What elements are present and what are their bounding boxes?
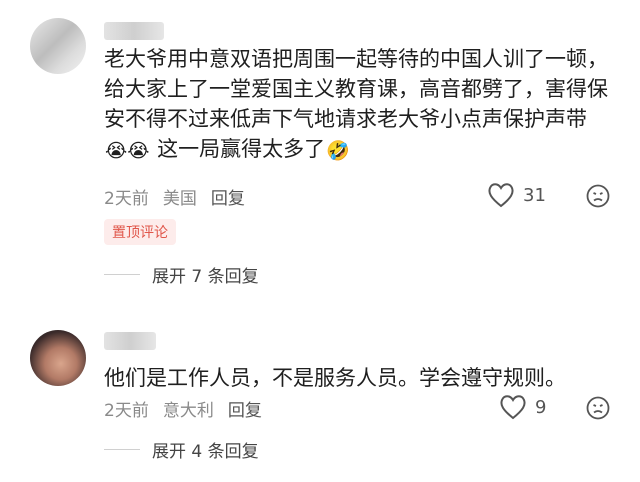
dislike-button[interactable] — [586, 184, 610, 208]
location: 美国 — [162, 189, 197, 209]
laughing-face-icon: 🤣 — [326, 140, 350, 162]
timestamp: 2天前 — [104, 401, 149, 421]
reply-button[interactable]: 回复 — [228, 396, 262, 421]
like-count: 31 — [523, 184, 546, 206]
comment-meta: 2天前 意大利 回复 — [104, 396, 262, 421]
comment-text: 他们是工作人员，不是服务人员。学会遵守规则。 — [104, 366, 566, 390]
dislike-button[interactable] — [586, 396, 610, 420]
frown-face-icon — [586, 184, 610, 208]
reply-button[interactable]: 回复 — [211, 184, 245, 209]
location: 意大利 — [162, 401, 214, 421]
comment-text: 老大爷用中意双语把周围一起等待的中国人训了一顿，给大家上了一堂爱国主义教育课，高… — [104, 44, 614, 166]
pinned-badge: 置顶评论 — [104, 219, 176, 245]
divider — [104, 449, 140, 450]
heart-outline-icon — [499, 394, 527, 420]
avatar[interactable] — [30, 330, 86, 386]
divider — [104, 274, 140, 275]
like-button[interactable]: 9 — [499, 394, 546, 420]
frown-face-icon — [586, 396, 610, 420]
crying-face-icon: 😭😭 — [105, 140, 150, 162]
avatar[interactable] — [30, 18, 86, 74]
comment-meta: 2天前 美国 回复 — [104, 184, 245, 209]
heart-outline-icon — [487, 182, 515, 208]
like-count: 9 — [535, 396, 547, 418]
like-button[interactable]: 31 — [487, 182, 546, 208]
expand-replies-label: 展开 4 条回复 — [152, 442, 259, 462]
timestamp: 2天前 — [104, 189, 149, 209]
expand-replies[interactable]: 展开 4 条回复 — [104, 437, 259, 462]
expand-replies-label: 展开 7 条回复 — [152, 267, 259, 287]
expand-replies[interactable]: 展开 7 条回复 — [104, 262, 259, 287]
username-blurred[interactable] — [104, 22, 164, 40]
username-blurred[interactable] — [104, 332, 156, 350]
